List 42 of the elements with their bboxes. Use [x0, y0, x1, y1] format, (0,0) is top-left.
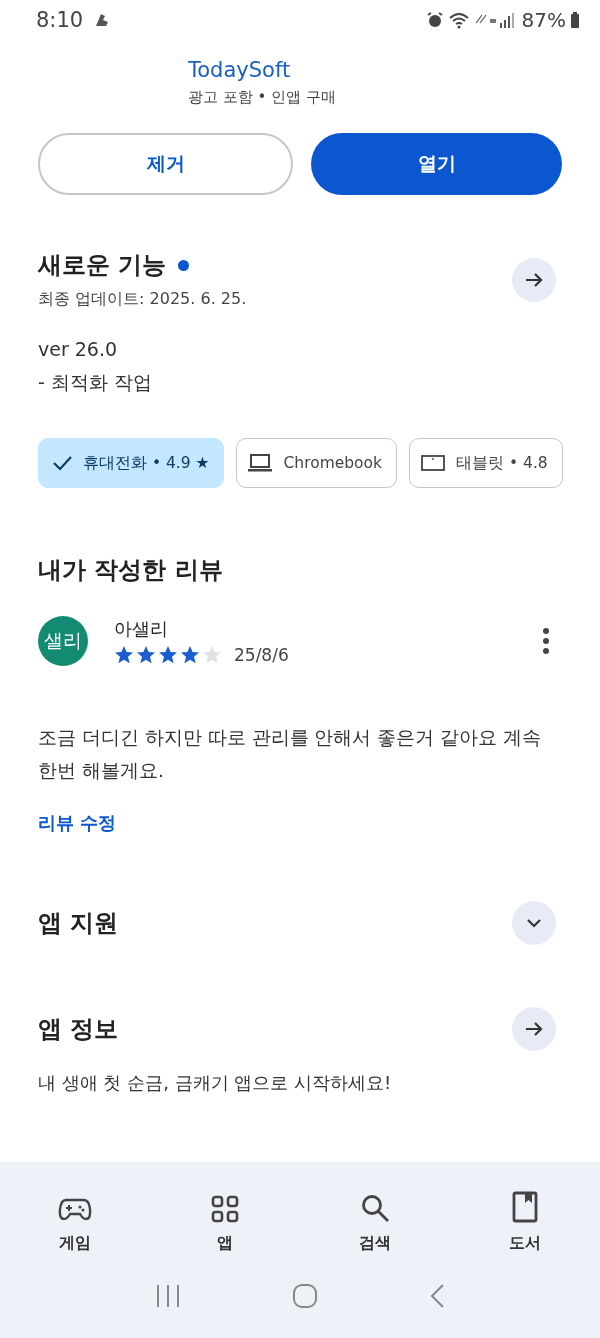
- battery-icon: [570, 11, 580, 29]
- nav-item[interactable]: 검색: [325, 1178, 425, 1254]
- nav-item[interactable]: 게임: [25, 1178, 125, 1254]
- section-title: 앱 지원: [38, 908, 119, 939]
- more-icon[interactable]: [542, 628, 550, 654]
- version-text: ver 26.0: [38, 338, 119, 360]
- book-icon: [512, 1191, 538, 1223]
- release-notes: - 최적화 작업: [38, 370, 153, 395]
- search-icon: [360, 1193, 390, 1223]
- open-button[interactable]: 열기: [311, 133, 562, 195]
- laptop-icon: [247, 452, 274, 474]
- device-chip[interactable]: 태블릿 • 4.8: [409, 438, 563, 488]
- app-meta: 광고 포함 • 인앱 구매: [188, 88, 337, 107]
- back-icon[interactable]: [428, 1283, 445, 1309]
- arrow-button[interactable]: [512, 1007, 556, 1051]
- uninstall-button[interactable]: 제거: [38, 133, 293, 195]
- section-title: 앱 정보: [38, 1014, 119, 1045]
- grid-icon: [211, 1195, 239, 1223]
- avatar: 샐리: [38, 616, 88, 666]
- review-text: 조금 더디긴 하지만 따로 관리를 안해서 좋은거 같아요 계속 한번 해볼게요.: [38, 726, 543, 783]
- edit-review-link[interactable]: 리뷰 수정: [38, 811, 117, 835]
- status-time: 8:10: [36, 8, 84, 32]
- gamepad-icon: [58, 1197, 92, 1223]
- wifi-icon: [447, 11, 470, 29]
- update-date: 최종 업데이트: 2025. 6. 25.: [38, 289, 247, 310]
- battery-percent: 87%: [521, 8, 566, 32]
- alarm-icon: [425, 11, 444, 29]
- tablet-icon: [420, 452, 447, 474]
- signal-icon: [473, 11, 514, 29]
- app-description: 내 생애 첫 순금, 금캐기 앱으로 시작하세요!: [37, 1071, 393, 1095]
- device-chip[interactable]: Chromebook: [236, 438, 398, 488]
- home-icon[interactable]: [292, 1283, 318, 1309]
- section-title: 새로운 기능: [38, 250, 167, 281]
- nav-item[interactable]: 도서: [475, 1178, 575, 1254]
- device-chip[interactable]: 휴대전화 • 4.9 ★: [38, 438, 225, 488]
- review-date: 25/8/6: [234, 645, 289, 665]
- arrow-button[interactable]: [512, 257, 556, 302]
- section-title: 내가 작성한 리뷰: [37, 555, 224, 586]
- author-name: 아샐리: [114, 617, 169, 641]
- developer-link[interactable]: TodaySoft: [188, 58, 600, 82]
- nav-item[interactable]: 앱: [175, 1178, 275, 1254]
- recents-icon[interactable]: [155, 1284, 182, 1308]
